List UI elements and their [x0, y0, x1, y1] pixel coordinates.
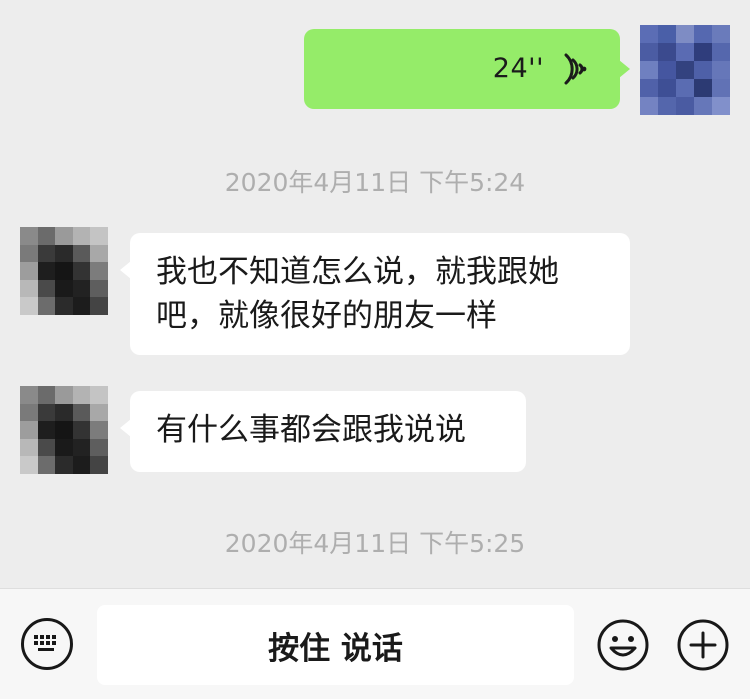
plus-icon[interactable] — [676, 618, 730, 672]
message-text-line: 吧，就像很好的朋友一样 — [156, 298, 497, 334]
voice-message-bubble[interactable]: 24'' — [304, 29, 630, 109]
received-message-bubble[interactable]: 我也不知道怎么说，就我跟她 吧，就像很好的朋友一样 — [120, 233, 630, 355]
voice-wave-icon — [564, 53, 587, 85]
emoji-icon[interactable] — [596, 618, 650, 672]
chat-area: 24'' 2020年4月11日 下午5:24 我也不知道怎么说，就我跟她 吧，就… — [0, 0, 750, 588]
contact-avatar[interactable] — [20, 386, 108, 474]
self-avatar[interactable] — [640, 25, 730, 115]
message-text-line: 我也不知道怎么说，就我跟她 — [156, 254, 559, 290]
message-timestamp: 2020年4月11日 下午5:24 — [224, 168, 526, 197]
voice-duration: 24'' — [492, 53, 544, 84]
message-timestamp: 2020年4月11日 下午5:25 — [224, 529, 526, 558]
contact-avatar[interactable] — [20, 227, 108, 315]
message-text-line: 有什么事都会跟我说说 — [156, 412, 466, 448]
hold-to-talk-button[interactable]: 按住 说话 — [97, 605, 574, 685]
chat-input-bar: 按住 说话 — [0, 588, 750, 699]
received-message-bubble[interactable]: 有什么事都会跟我说说 — [120, 391, 526, 472]
keyboard-icon[interactable] — [21, 618, 73, 670]
